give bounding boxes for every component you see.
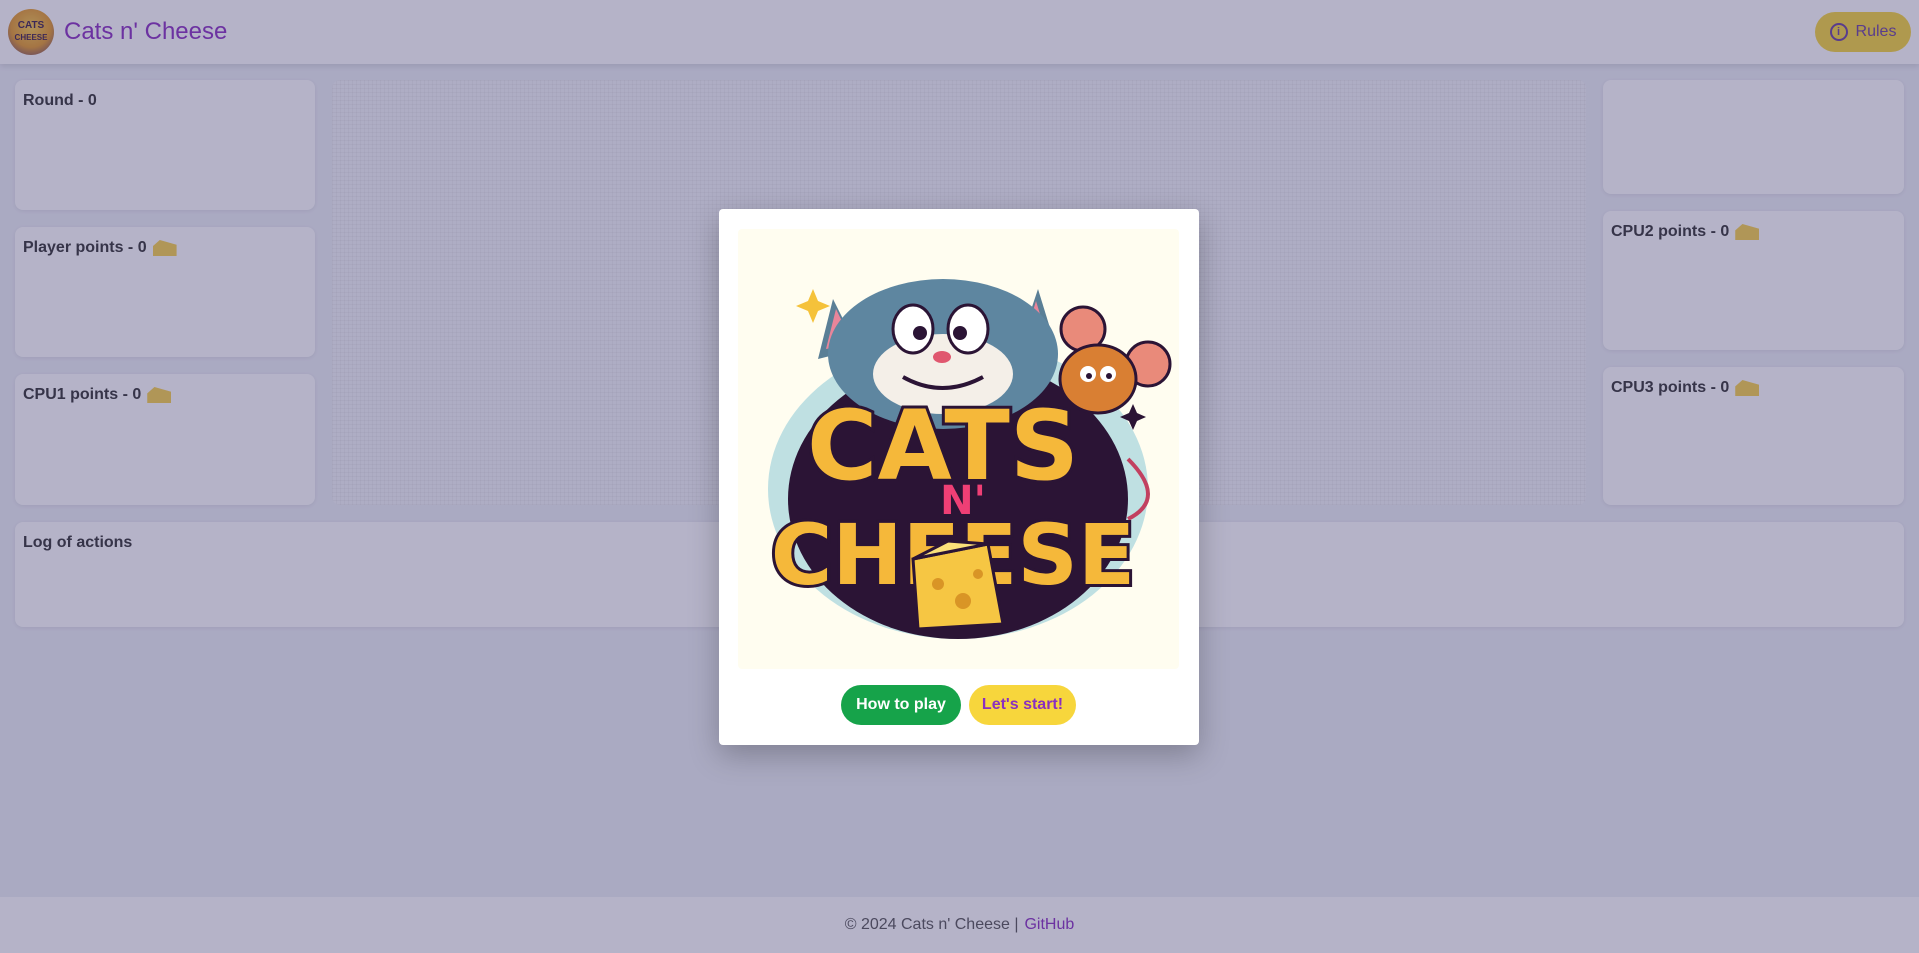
how-to-play-button[interactable]: How to play [841,685,961,725]
welcome-modal: CATS N' CHEESE How to play Let's start! [719,209,1199,745]
cats-n-cheese-artwork: CATS N' CHEESE [738,229,1179,669]
lets-start-button[interactable]: Let's start! [969,685,1076,725]
cheese-wedge-illustration [911,539,1005,631]
